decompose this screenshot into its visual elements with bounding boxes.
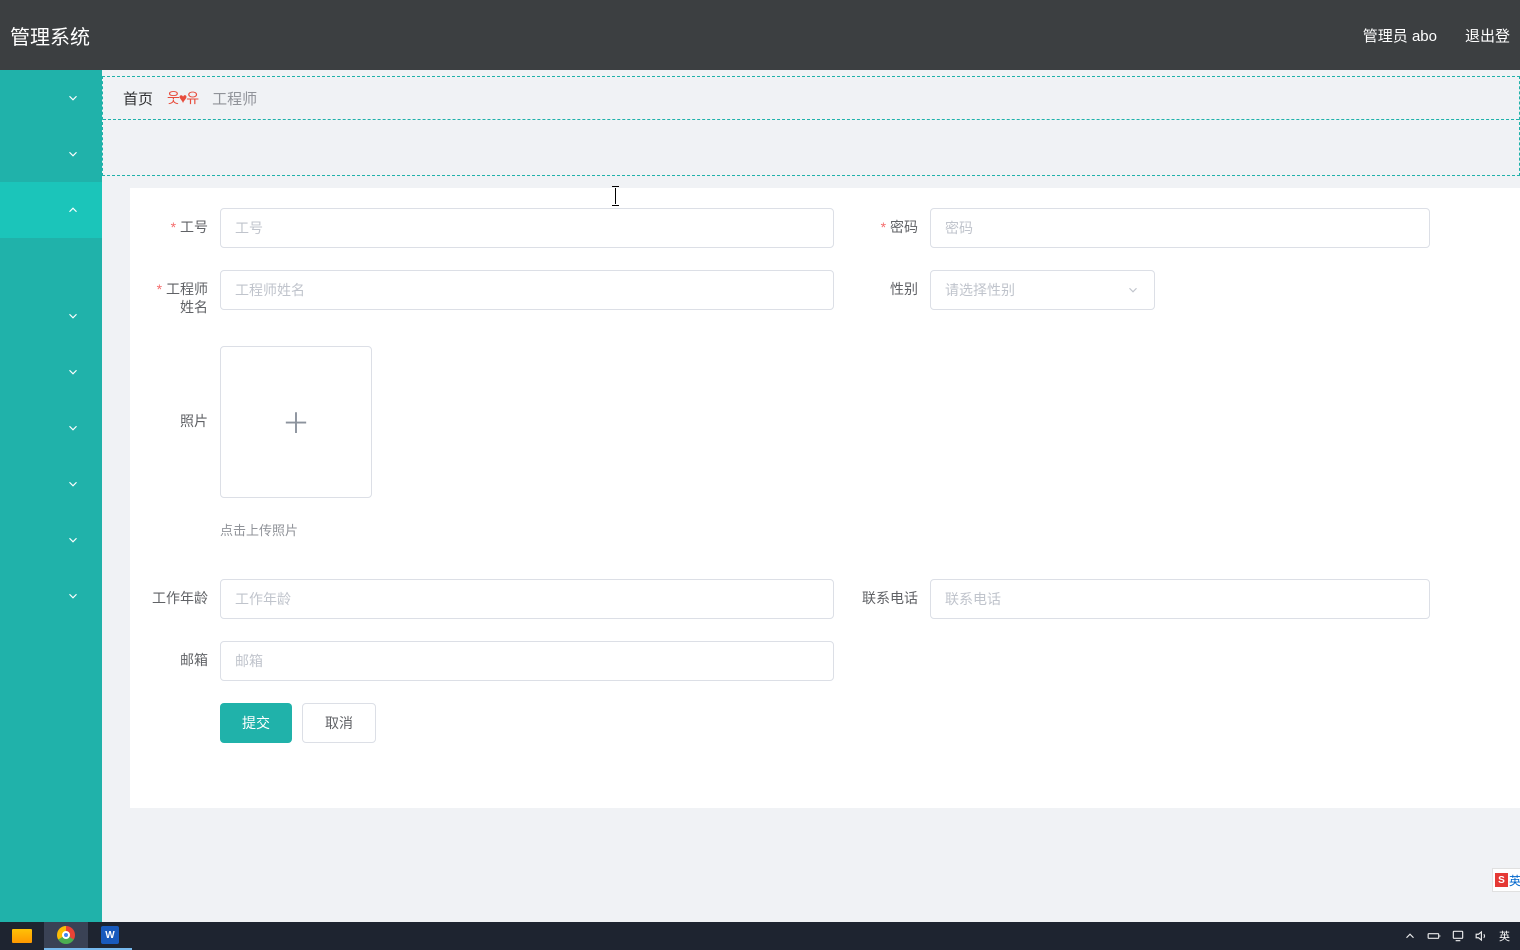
battery-icon[interactable]	[1427, 929, 1441, 943]
chevron-down-icon	[66, 589, 80, 603]
sidebar-item-7[interactable]	[0, 456, 102, 512]
sidebar-item-4[interactable]	[0, 288, 102, 344]
work-age-label: 工作年龄	[150, 579, 220, 607]
password-label: 密码	[860, 208, 930, 236]
explorer-icon	[12, 929, 32, 943]
task-word[interactable]: W	[88, 922, 132, 950]
employee-id-label: 工号	[150, 208, 220, 236]
gender-label: 性别	[860, 270, 930, 298]
logout-link[interactable]: 退出登	[1465, 25, 1510, 46]
network-icon[interactable]	[1451, 929, 1465, 943]
chevron-down-icon	[66, 365, 80, 379]
header-right: 管理员 abo 退出登	[1363, 25, 1500, 46]
word-icon: W	[101, 926, 119, 944]
admin-label[interactable]: 管理员 abo	[1363, 25, 1437, 46]
text-cursor-icon	[615, 188, 616, 204]
chevron-down-icon	[66, 147, 80, 161]
tab-divider	[103, 119, 1519, 175]
plus-icon: ＋	[282, 402, 310, 442]
main-content: 首页 웃♥유 工程师 工号 密码 工程师姓名 性别 请选	[102, 70, 1520, 922]
chevron-down-icon	[66, 421, 80, 435]
photo-hint: 点击上传照片	[220, 520, 372, 539]
chevron-down-icon	[66, 477, 80, 491]
engineer-name-label: 工程师姓名	[150, 270, 220, 316]
work-age-input[interactable]	[220, 579, 834, 619]
engineer-name-input[interactable]	[220, 270, 834, 310]
app-header: 管理系统 管理员 abo 退出登	[0, 0, 1520, 70]
system-tray: 英	[1403, 928, 1520, 944]
photo-label: 照片	[150, 346, 220, 430]
sidebar-item-8[interactable]	[0, 512, 102, 568]
ime-lang: 英	[1509, 872, 1520, 889]
phone-input[interactable]	[930, 579, 1430, 619]
sidebar-item-6[interactable]	[0, 400, 102, 456]
phone-label: 联系电话	[860, 579, 930, 607]
ime-s-icon: S	[1495, 873, 1508, 887]
employee-id-input[interactable]	[220, 208, 834, 248]
task-chrome[interactable]	[44, 922, 88, 950]
task-explorer[interactable]	[0, 922, 44, 950]
sidebar	[0, 70, 102, 922]
chevron-down-icon	[66, 533, 80, 547]
sidebar-item-9[interactable]	[0, 568, 102, 624]
sidebar-item-2[interactable]	[0, 126, 102, 182]
photo-upload[interactable]: ＋	[220, 346, 372, 498]
cancel-button[interactable]: 取消	[302, 703, 376, 743]
taskbar: W 英	[0, 922, 1520, 950]
password-input[interactable]	[930, 208, 1430, 248]
chevron-down-icon	[1126, 283, 1140, 297]
form-card: 工号 密码 工程师姓名 性别 请选择性别 照片	[130, 188, 1520, 808]
sidebar-item-5[interactable]	[0, 344, 102, 400]
tab-bar: 首页 웃♥유 工程师	[103, 77, 1519, 119]
chevron-up-icon	[66, 203, 80, 217]
tab-engineer[interactable]: 工程师	[212, 88, 257, 109]
tray-up-icon[interactable]	[1403, 929, 1417, 943]
tray-lang[interactable]: 英	[1499, 928, 1510, 944]
chevron-down-icon	[66, 91, 80, 105]
sidebar-item-1[interactable]	[0, 70, 102, 126]
chevron-down-icon	[66, 309, 80, 323]
email-label: 邮箱	[150, 641, 220, 669]
tab-home[interactable]: 首页	[123, 88, 153, 109]
content-frame: 首页 웃♥유 工程师	[102, 76, 1520, 176]
volume-icon[interactable]	[1475, 929, 1489, 943]
email-input[interactable]	[220, 641, 834, 681]
gender-placeholder: 请选择性别	[945, 280, 1015, 300]
gender-select[interactable]: 请选择性别	[930, 270, 1155, 310]
ime-badge[interactable]: S 英	[1492, 868, 1520, 892]
sidebar-item-3[interactable]	[0, 182, 102, 238]
submit-button[interactable]: 提交	[220, 703, 292, 743]
chrome-icon	[57, 926, 75, 944]
tab-face-icon[interactable]: 웃♥유	[167, 88, 198, 108]
app-title: 管理系统	[10, 21, 90, 50]
